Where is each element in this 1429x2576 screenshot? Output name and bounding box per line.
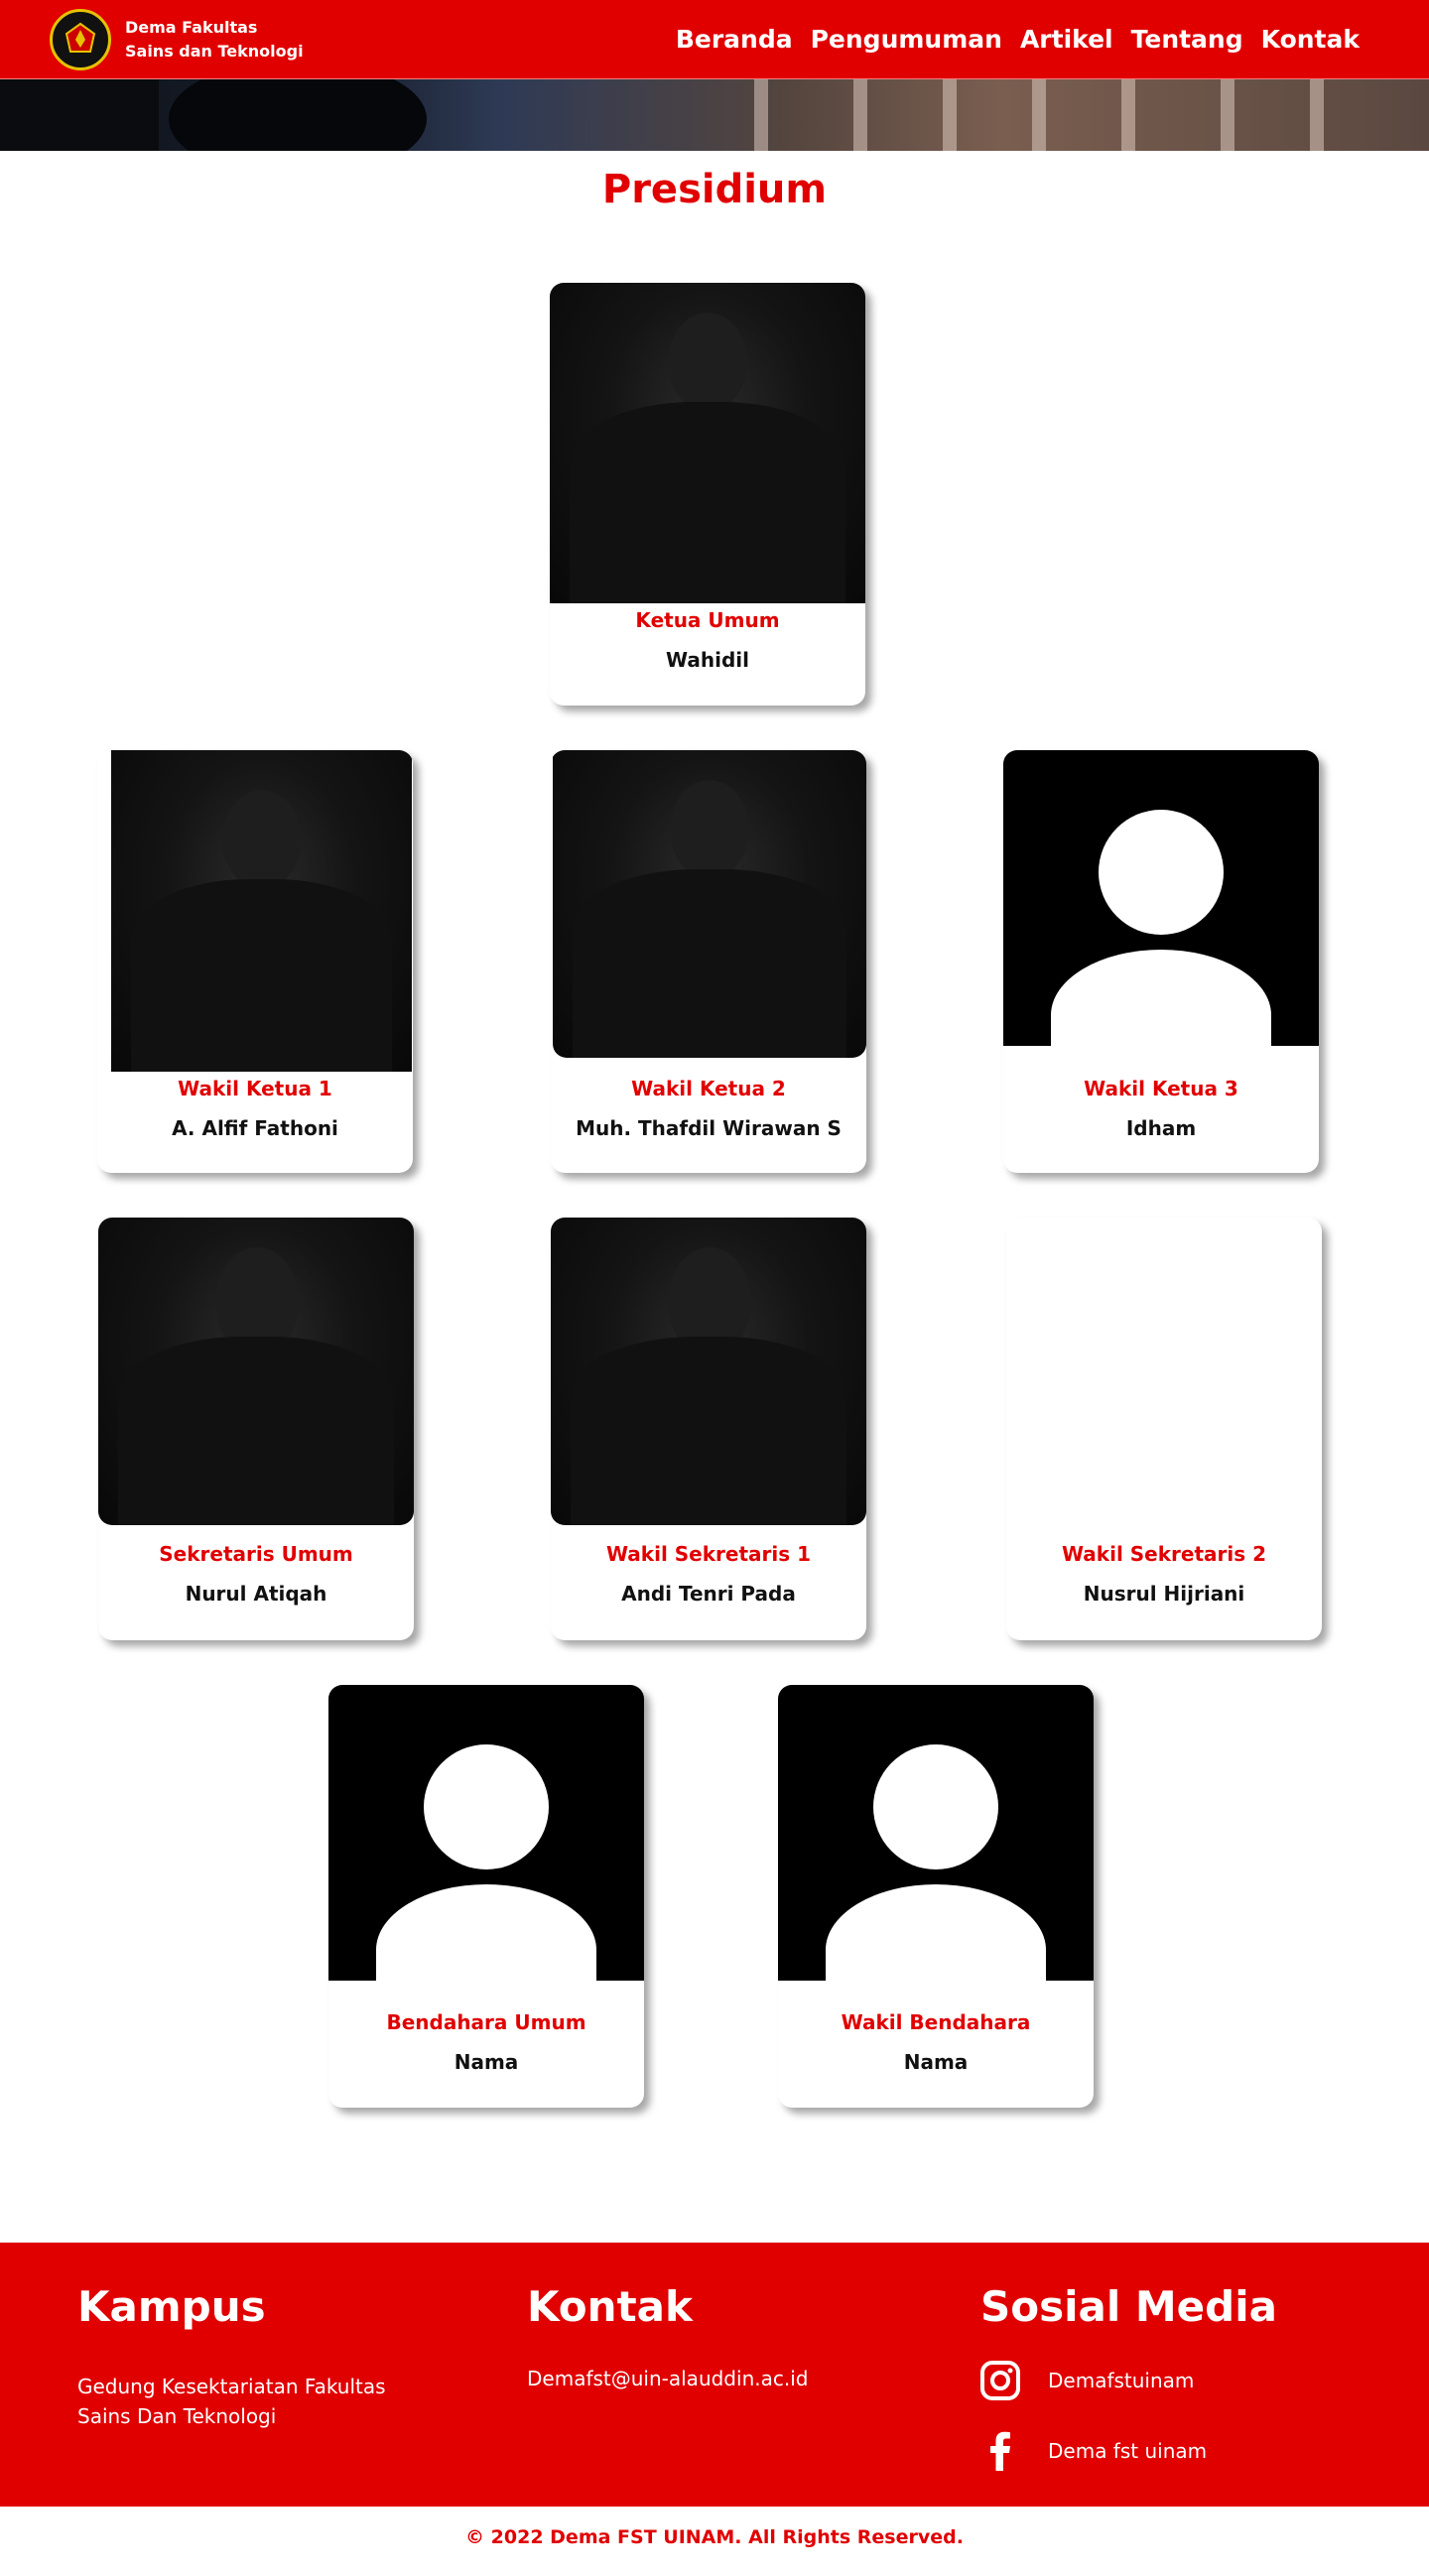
member-role: Wakil Sekretaris 2 [1061,1542,1267,1566]
brand-text: Dema Fakultas Sains dan Teknologi [125,16,304,64]
footer-sosmed-title: Sosial Media [980,2282,1277,2331]
member-card-wakil-ketua-2: Wakil Ketua 2 Muh. Thafdil Wirawan S [551,750,866,1173]
member-role: Bendahara Umum [386,2010,586,2034]
avatar-placeholder-icon [778,1685,1094,1981]
brand[interactable]: Dema Fakultas Sains dan Teknologi [50,8,304,70]
nav-beranda[interactable]: Beranda [676,25,793,54]
dema-logo-icon [50,8,111,70]
member-role: Wakil Ketua 1 [178,1077,332,1100]
member-role: Wakil Ketua 3 [1084,1077,1238,1100]
member-card-wakil-sekretaris-1: Wakil Sekretaris 1 Andi Tenri Pada [551,1218,866,1640]
member-card-bendahara-umum: Bendahara Umum Nama [328,1685,644,2108]
member-card-sekretaris-umum: Sekretaris Umum Nurul Atiqah [98,1218,414,1640]
member-photo [98,1218,414,1525]
nav-menu: Beranda Pengumuman Artikel Tentang Konta… [676,25,1360,54]
member-name: Nama [903,2050,969,2074]
member-name: Wahidil [666,648,749,672]
hero-banner-image [0,79,1429,151]
member-card-wakil-ketua-1: Wakil Ketua 1 A. Alfif Fathoni [97,750,413,1173]
copyright: © 2022 Dema FST UINAM. All Rights Reserv… [465,2526,964,2548]
member-name: Nama [454,2050,519,2074]
footer-email-link[interactable]: Demafst@uin-alauddin.ac.id [527,2364,808,2393]
footer-kontak-title: Kontak [527,2282,693,2331]
member-name: Nurul Atiqah [185,1582,327,1606]
facebook-icon[interactable] [978,2429,1022,2473]
facebook-link[interactable]: Dema fst uinam [1048,2436,1207,2466]
nav-artikel[interactable]: Artikel [1020,25,1113,54]
member-card-wakil-sekretaris-2: Wakil Sekretaris 2 Nusrul Hijriani [1006,1218,1322,1640]
avatar-placeholder-icon [328,1685,644,1981]
member-photo [111,750,412,1072]
member-role: Sekretaris Umum [159,1542,353,1566]
footer-kampus-title: Kampus [77,2282,266,2331]
member-role: Wakil Ketua 2 [631,1077,786,1100]
member-photo [553,750,866,1058]
member-name: A. Alfif Fathoni [172,1116,338,1140]
footer-kampus-line-2: Sains Dan Teknologi [77,2404,277,2428]
footer: Kampus Gedung Kesektariatan Fakultas Sai… [0,2243,1429,2507]
navbar: Dema Fakultas Sains dan Teknologi Berand… [0,0,1429,79]
instagram-icon[interactable] [978,2359,1022,2402]
footer-kampus-line-1: Gedung Kesektariatan Fakultas [77,2375,386,2398]
brand-line-2: Sains dan Teknologi [125,41,304,61]
nav-tentang[interactable]: Tentang [1131,25,1243,54]
member-photo [550,283,865,603]
member-name: Andi Tenri Pada [621,1582,796,1606]
section-title: Presidium [601,167,828,212]
member-card-wakil-ketua-3: Wakil Ketua 3 Idham [1003,750,1319,1173]
nav-kontak[interactable]: Kontak [1261,25,1360,54]
member-name: Idham [1125,1116,1197,1140]
member-role: Wakil Bendahara [841,2010,1031,2034]
avatar-placeholder-icon [1003,750,1319,1046]
member-card-ketua-umum: Ketua Umum Wahidil [550,283,865,706]
member-card-wakil-bendahara: Wakil Bendahara Nama [778,1685,1094,2108]
instagram-link[interactable]: Demafstuinam [1048,2366,1194,2395]
brand-line-1: Dema Fakultas [125,17,258,37]
member-role: Ketua Umum [635,608,780,632]
member-name: Muh. Thafdil Wirawan S [576,1116,842,1140]
member-photo [551,1218,866,1525]
nav-pengumuman[interactable]: Pengumuman [811,25,1002,54]
member-role: Wakil Sekretaris 1 [605,1542,812,1566]
member-name: Nusrul Hijriani [1083,1582,1245,1606]
